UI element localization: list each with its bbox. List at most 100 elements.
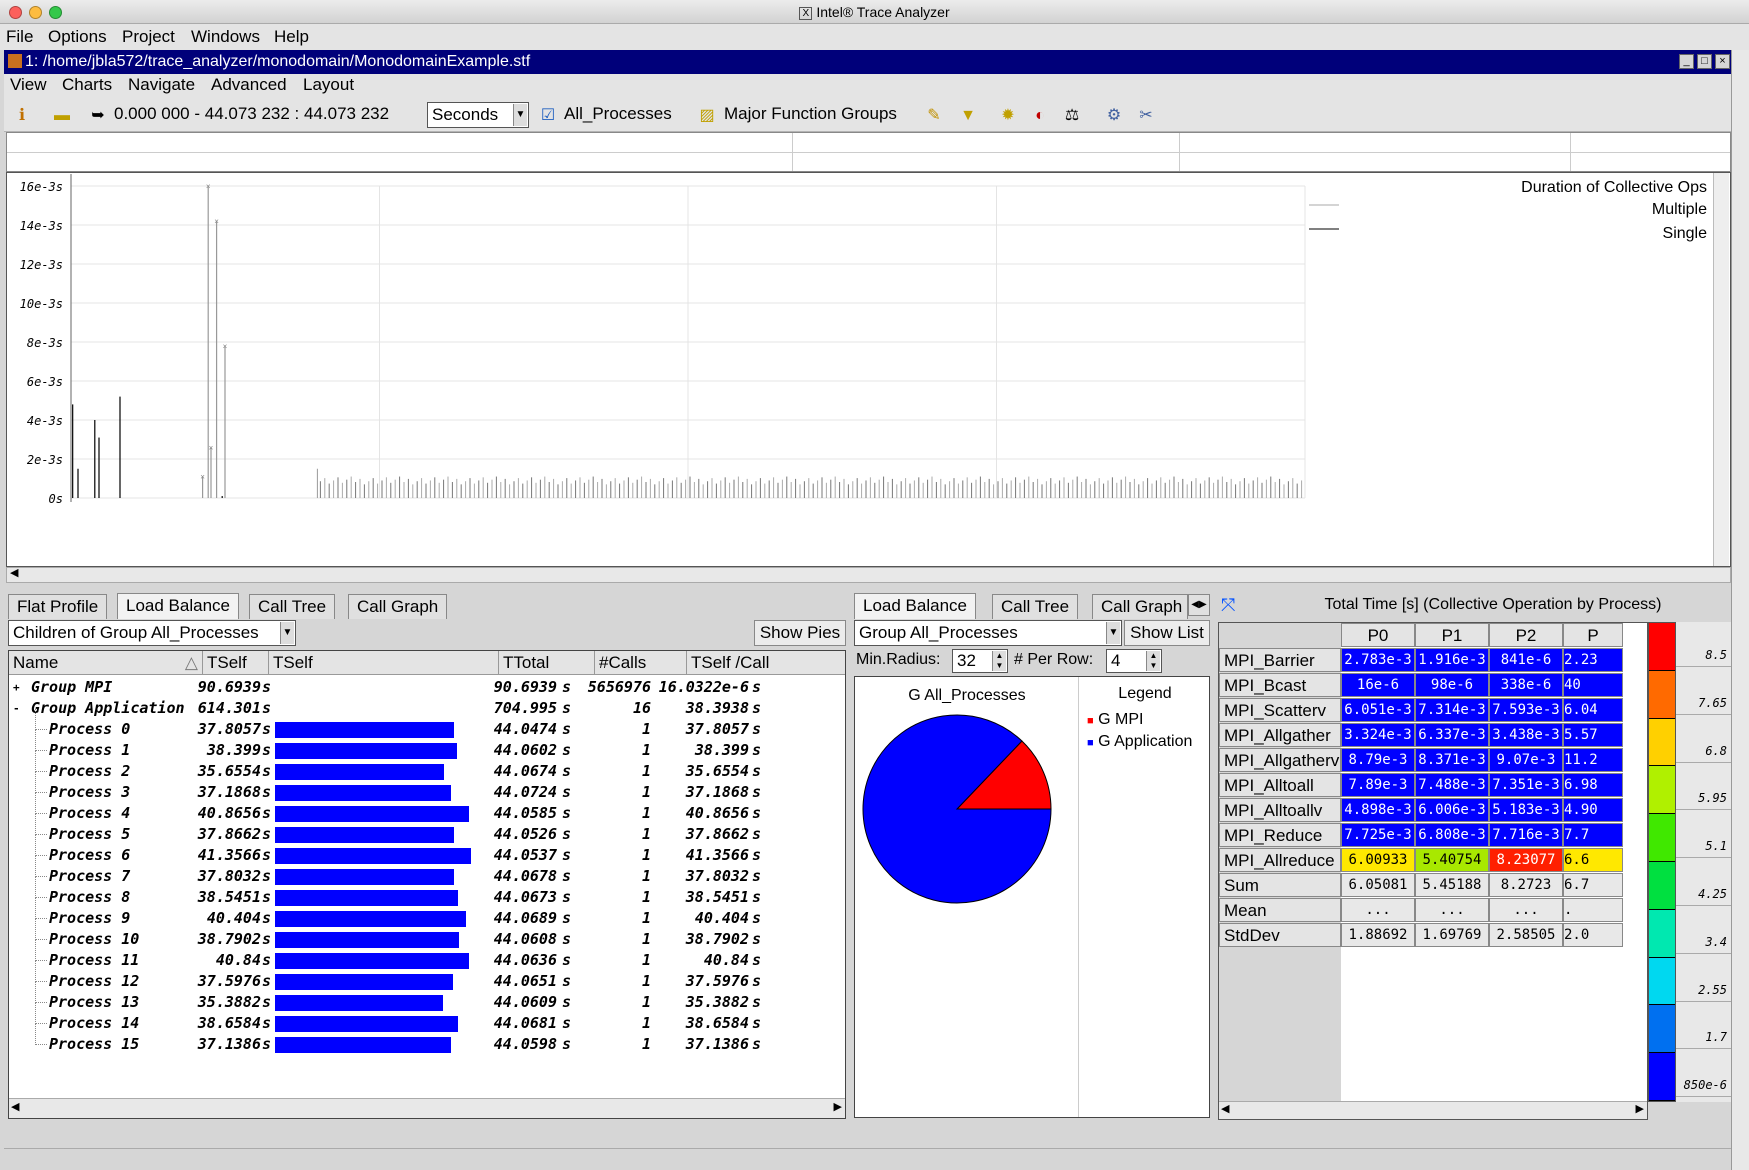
matrix-cell[interactable]: 6.337e-3 xyxy=(1415,723,1489,747)
matrix-cell[interactable]: 338e-6 xyxy=(1489,673,1563,697)
matrix-cell[interactable]: 1.69769 xyxy=(1415,923,1489,947)
matrix-cell[interactable]: 6.7 xyxy=(1563,873,1623,897)
time-unit-select[interactable]: Seconds ▼ xyxy=(427,102,529,128)
close-window-icon[interactable] xyxy=(9,6,22,19)
matrix-cell[interactable]: 2.23 xyxy=(1563,648,1623,672)
matrix-row-header[interactable]: StdDev xyxy=(1219,923,1341,947)
matrix-cell[interactable]: 11.2 xyxy=(1563,748,1623,772)
menu-file[interactable]: File xyxy=(6,27,33,47)
matrix-horizontal-scrollbar[interactable]: ◀ ▶ xyxy=(1219,1101,1647,1119)
matrix-cell[interactable]: 1.88692 xyxy=(1341,923,1415,947)
col-tself[interactable]: TSelf xyxy=(203,651,269,675)
pie-group-select[interactable]: Group All_Processes ▼ xyxy=(854,620,1122,646)
matrix-row-header[interactable]: MPI_Alltoall xyxy=(1219,773,1341,797)
matrix-cell[interactable]: 5.40754 xyxy=(1415,848,1489,872)
matrix-cell[interactable]: 2.783e-3 xyxy=(1341,648,1415,672)
table-row[interactable]: Process 11 40.84 s 44.0636 s 1 40.84 s xyxy=(9,940,761,971)
matrix-column-header[interactable]: P1 xyxy=(1415,623,1489,647)
filter-icon[interactable]: ▼ xyxy=(958,106,978,126)
chart-vertical-scrollbar[interactable] xyxy=(1713,173,1729,566)
matrix-row-header[interactable]: MPI_Allgather xyxy=(1219,723,1341,747)
doc-maximize-button[interactable]: □ xyxy=(1697,54,1712,69)
matrix-cell[interactable]: 98e-6 xyxy=(1415,673,1489,697)
matrix-cell[interactable]: 3.324e-3 xyxy=(1341,723,1415,747)
timeline-strip[interactable] xyxy=(6,132,1731,172)
tag-icon[interactable]: ✎ xyxy=(924,106,944,126)
tree-expander-icon[interactable]: + xyxy=(13,677,20,698)
table-row[interactable]: Process 8 38.5451 s 44.0673 s 1 38.5451 s xyxy=(9,877,761,908)
settings-icon[interactable]: ⚙ xyxy=(1104,106,1124,126)
matrix-cell[interactable]: 8.23077 xyxy=(1489,848,1563,872)
matrix-row-header[interactable]: MPI_Allreduce xyxy=(1219,848,1341,872)
col-calls[interactable]: #Calls xyxy=(595,651,687,675)
matrix-row-header[interactable]: MPI_Alltoallv xyxy=(1219,798,1341,822)
zoom-window-icon[interactable] xyxy=(49,6,62,19)
expand-icon[interactable]: ⤧ xyxy=(1221,595,1241,615)
menu-options[interactable]: Options xyxy=(48,27,107,47)
table-row[interactable]: Process 6 41.3566 s 44.0537 s 1 41.3566 s xyxy=(9,835,761,866)
menu-windows[interactable]: Windows xyxy=(191,27,260,47)
menu-view[interactable]: View xyxy=(10,75,47,95)
tab-load-balance[interactable]: Load Balance xyxy=(117,593,239,619)
menu-project[interactable]: Project xyxy=(122,27,175,47)
matrix-cell[interactable]: 7.314e-3 xyxy=(1415,698,1489,722)
col-tself-bar[interactable]: TSelf xyxy=(269,651,499,675)
balance-icon[interactable]: ⚖ xyxy=(1062,106,1082,126)
table-row[interactable]: Process 4 40.8656 s 44.0585 s 1 40.8656 s xyxy=(9,793,761,824)
matrix-cell[interactable]: 6.05081 xyxy=(1341,873,1415,897)
table-row[interactable]: + Group MPI 90.6939 s 90.6939 s 5656976 16.0322… xyxy=(9,677,761,698)
min-radius-spinner[interactable]: 32 ▲ ▼ xyxy=(952,649,1008,673)
menu-layout[interactable]: Layout xyxy=(303,75,354,95)
function-group-label[interactable]: Major Function Groups xyxy=(724,104,897,124)
matrix-cell[interactable]: 841e-6 xyxy=(1489,648,1563,672)
matrix-cell[interactable]: 6.006e-3 xyxy=(1415,798,1489,822)
matrix-row-header[interactable]: MPI_Reduce xyxy=(1219,823,1341,847)
matrix-cell[interactable]: 4.898e-3 xyxy=(1341,798,1415,822)
tab-scroll-arrows[interactable]: ◀▶ xyxy=(1188,594,1210,616)
table-row[interactable]: Process 2 35.6554 s 44.0674 s 1 35.6554 s xyxy=(9,751,761,782)
function-group-icon[interactable]: ▨ xyxy=(697,106,717,126)
menu-navigate[interactable]: Navigate xyxy=(128,75,195,95)
matrix-column-header[interactable]: P xyxy=(1563,623,1623,647)
starburst-icon[interactable]: ✹ xyxy=(998,106,1018,126)
matrix-cell[interactable]: 7.593e-3 xyxy=(1489,698,1563,722)
matrix-cell[interactable]: 7.89e-3 xyxy=(1341,773,1415,797)
matrix-cell[interactable]: 5.183e-3 xyxy=(1489,798,1563,822)
matrix-cell[interactable]: ... xyxy=(1489,898,1563,922)
matrix-cell[interactable]: 5.57 xyxy=(1563,723,1623,747)
matrix-cell[interactable]: 7.488e-3 xyxy=(1415,773,1489,797)
matrix-cell[interactable]: 6.051e-3 xyxy=(1341,698,1415,722)
doc-close-button[interactable]: × xyxy=(1715,54,1730,69)
show-pies-button[interactable]: Show Pies xyxy=(754,620,846,646)
matrix-column-header[interactable]: P0 xyxy=(1341,623,1415,647)
tab-flat-profile[interactable]: Flat Profile xyxy=(8,594,108,619)
per-row-spinner[interactable]: 4 ▲ ▼ xyxy=(1106,649,1162,673)
chart-horizontal-scrollbar[interactable]: ◀ xyxy=(6,567,1731,583)
tab-call-graph[interactable]: Call Graph xyxy=(348,594,448,619)
col-ttotal[interactable]: TTotal xyxy=(499,651,595,675)
menu-help[interactable]: Help xyxy=(274,27,309,47)
process-group-icon[interactable]: ☑ xyxy=(538,106,558,126)
matrix-cell[interactable]: 7.351e-3 xyxy=(1489,773,1563,797)
tab-pie-load-balance[interactable]: Load Balance xyxy=(854,593,976,619)
process-group-label[interactable]: All_Processes xyxy=(564,104,672,124)
table-horizontal-scrollbar[interactable]: ◀ ▶ xyxy=(9,1098,845,1118)
matrix-cell[interactable]: 5.45188 xyxy=(1415,873,1489,897)
matrix-cell[interactable]: 8.79e-3 xyxy=(1341,748,1415,772)
pie-icon[interactable]: ◐ xyxy=(1030,106,1050,126)
show-list-button[interactable]: Show List xyxy=(1124,620,1210,646)
col-name[interactable]: Name △ xyxy=(9,651,203,675)
matrix-row-header[interactable]: MPI_Scatterv xyxy=(1219,698,1341,722)
table-row[interactable]: Process 7 37.8032 s 44.0678 s 1 37.8032 s xyxy=(9,856,761,887)
matrix-cell[interactable]: 40 xyxy=(1563,673,1623,697)
tab-pie-call-graph[interactable]: Call Graph xyxy=(1092,594,1188,619)
matrix-cell[interactable]: 8.371e-3 xyxy=(1415,748,1489,772)
matrix-cell[interactable]: 3.438e-3 xyxy=(1489,723,1563,747)
matrix-cell[interactable]: 6.6 xyxy=(1563,848,1623,872)
info-icon[interactable]: ℹ xyxy=(12,106,32,126)
matrix-cell[interactable]: 2.58505 xyxy=(1489,923,1563,947)
matrix-cell[interactable]: 7.7 xyxy=(1563,823,1623,847)
table-row[interactable]: Process 5 37.8662 s 44.0526 s 1 37.8662 s xyxy=(9,814,761,845)
menu-advanced[interactable]: Advanced xyxy=(211,75,287,95)
matrix-column-header[interactable]: P2 xyxy=(1489,623,1563,647)
